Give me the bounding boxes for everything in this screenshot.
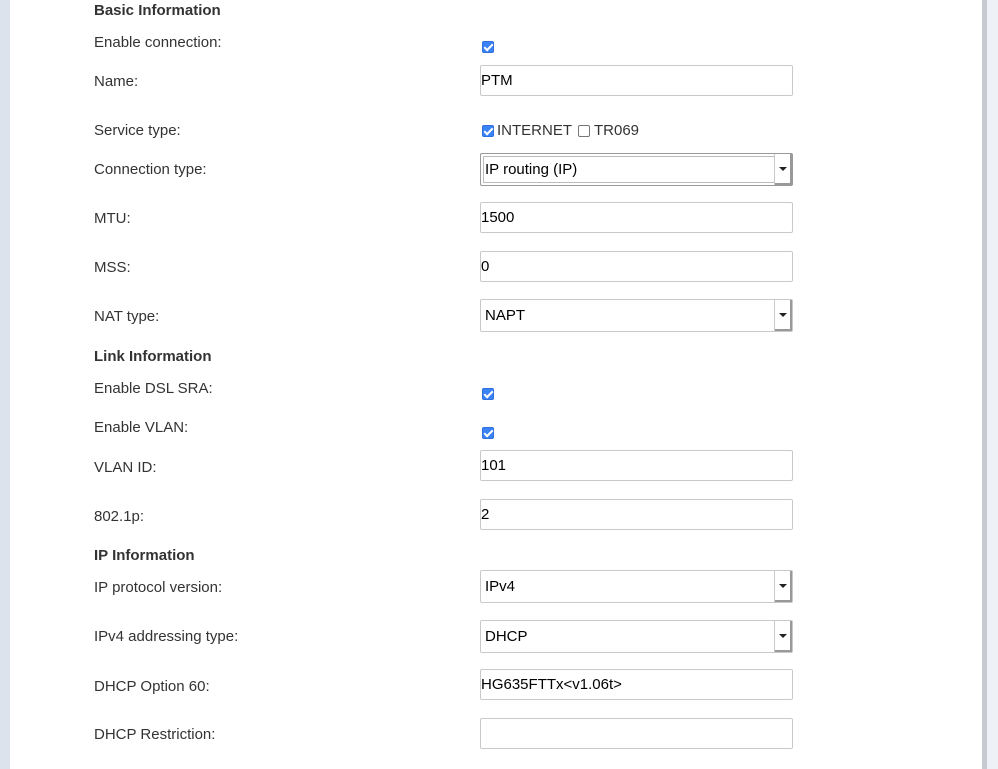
nat-type-value: NAPT (485, 307, 526, 324)
ip-protocol-version-label: IP protocol version: (94, 579, 223, 596)
dot1p-input[interactable]: 2 (480, 499, 793, 530)
nat-type-select[interactable]: NAPT (480, 299, 793, 332)
enable-dsl-sra-checkbox[interactable] (482, 388, 494, 400)
window-edge (987, 0, 998, 769)
service-tr069-label: TR069 (594, 122, 640, 139)
enable-vlan-label: Enable VLAN: (94, 419, 189, 436)
connection-type-select[interactable]: IP routing (IP) (480, 153, 793, 186)
ipv4-addressing-type-value: DHCP (485, 628, 528, 645)
service-internet-label: INTERNET (497, 122, 572, 139)
mss-input[interactable]: 0 (480, 251, 793, 282)
chevron-down-icon[interactable] (774, 300, 792, 331)
chevron-down-icon[interactable] (774, 154, 792, 185)
enable-dsl-sra-label: Enable DSL SRA: (94, 380, 213, 397)
dhcp-option-60-input[interactable]: HG635FTTx<v1.06t> (480, 669, 793, 700)
mss-label: MSS: (94, 259, 131, 276)
mtu-input[interactable]: 1500 (480, 202, 793, 233)
dot1p-label: 802.1p: (94, 508, 145, 525)
name-input[interactable]: PTM (480, 65, 793, 96)
ipv4-addressing-type-select[interactable]: DHCP (480, 620, 793, 653)
connection-type-value: IP routing (IP) (485, 161, 578, 178)
enable-connection-checkbox[interactable] (482, 41, 494, 53)
section-ip-information: IP Information (94, 547, 195, 564)
vlan-id-input[interactable]: 101 (480, 450, 793, 481)
ip-protocol-version-select[interactable]: IPv4 (480, 570, 793, 603)
service-internet-checkbox[interactable] (482, 125, 494, 137)
ip-protocol-version-value: IPv4 (485, 578, 516, 595)
vlan-id-label: VLAN ID: (94, 459, 157, 476)
dhcp-restriction-label: DHCP Restriction: (94, 726, 216, 743)
section-basic-information: Basic Information (94, 2, 221, 19)
connection-type-label: Connection type: (94, 161, 207, 178)
name-label: Name: (94, 73, 139, 90)
nat-type-label: NAT type: (94, 308, 160, 325)
dhcp-restriction-input[interactable] (480, 718, 793, 749)
service-tr069-checkbox[interactable] (578, 125, 590, 137)
enable-vlan-checkbox[interactable] (482, 427, 494, 439)
service-type-label: Service type: (94, 122, 181, 139)
enable-connection-label: Enable connection: (94, 34, 222, 51)
ipv4-addressing-type-label: IPv4 addressing type: (94, 628, 239, 645)
chevron-down-icon[interactable] (774, 621, 792, 652)
chevron-down-icon[interactable] (774, 571, 792, 602)
mtu-label: MTU: (94, 210, 131, 227)
dhcp-option-60-label: DHCP Option 60: (94, 678, 210, 695)
section-link-information: Link Information (94, 348, 212, 365)
